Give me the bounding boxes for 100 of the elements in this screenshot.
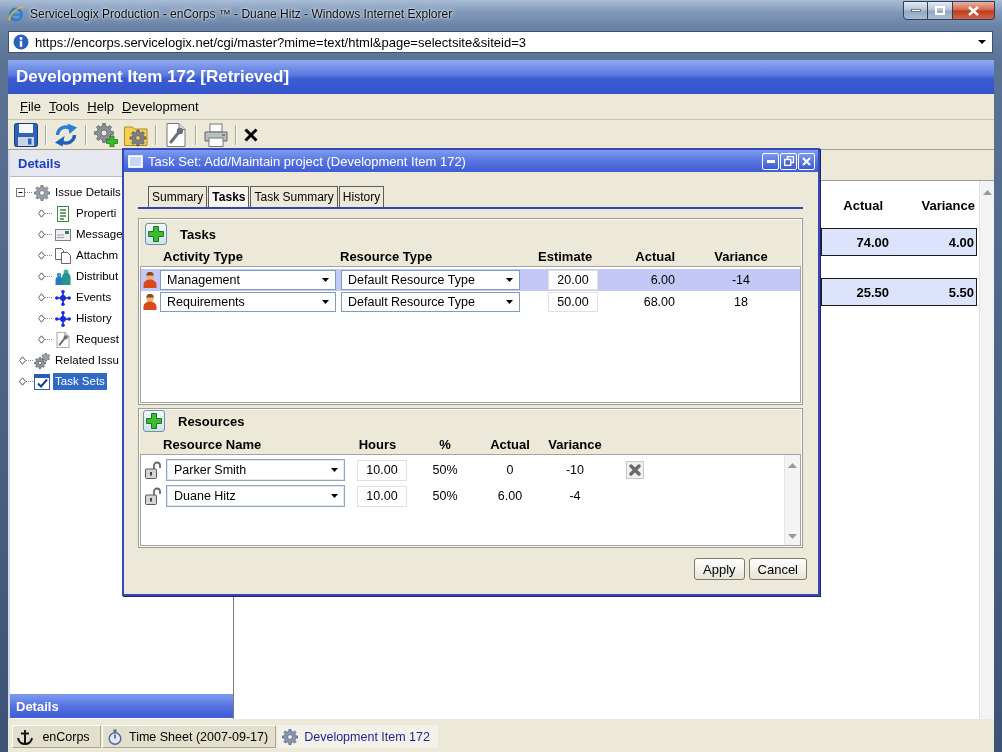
hours-field[interactable]: 10.00	[357, 459, 407, 481]
up-arrow-icon[interactable]	[788, 463, 797, 468]
tab[interactable]: History	[338, 186, 385, 207]
section-button[interactable]: Details	[10, 694, 233, 718]
activity-type-dropdown[interactable]: Management	[160, 270, 336, 290]
tree-item[interactable]: Message	[74, 226, 125, 243]
activity-type-dropdown[interactable]: Requirements	[160, 292, 336, 312]
vertical-scrollbar[interactable]	[979, 181, 994, 719]
tree-item[interactable]: Distribut	[74, 268, 121, 285]
remove-button[interactable]	[626, 461, 644, 479]
hours-field[interactable]: 10.00	[357, 485, 407, 507]
table-cell: -10	[565, 463, 585, 477]
taskbar-tab[interactable]: enCorps	[12, 725, 101, 748]
table-cell: 25.50	[856, 284, 889, 300]
gears-plus-icon[interactable]	[94, 122, 118, 147]
tree-item[interactable]: History	[74, 310, 114, 327]
up-arrow-icon[interactable]	[982, 190, 992, 195]
column-header: Variance	[714, 249, 768, 264]
resource-row[interactable]: Duane Hitz 10.00 50% 6.00 -4	[141, 483, 784, 509]
documents-icon	[55, 247, 71, 264]
person-icon	[143, 272, 157, 288]
table-cell: 74.00	[856, 234, 889, 250]
caret-icon[interactable]	[506, 300, 513, 304]
tree-item[interactable]: Request	[74, 331, 121, 348]
vertical-scrollbar[interactable]	[784, 455, 800, 545]
caret-icon[interactable]	[506, 278, 513, 282]
plus-icon	[146, 413, 162, 429]
caret-icon[interactable]	[322, 300, 329, 304]
tab[interactable]: Tasks	[208, 186, 250, 207]
resource-name-dropdown[interactable]: Duane Hitz	[166, 485, 345, 507]
gear-icon	[34, 184, 50, 201]
save-icon[interactable]	[14, 122, 38, 147]
apply-button[interactable]: Apply	[694, 558, 745, 580]
table-cell: 5.50	[948, 284, 974, 300]
table-cell: 0	[506, 463, 514, 477]
tree-connector-icon	[19, 356, 33, 365]
close-icon[interactable]	[244, 127, 258, 142]
tree-item[interactable]: Events	[74, 289, 114, 306]
add-button[interactable]	[145, 223, 167, 245]
tree-item[interactable]: Issue Details	[53, 184, 123, 201]
maximize-button[interactable]	[928, 1, 953, 20]
column-header: Resource Type	[340, 249, 433, 264]
column-header: %	[439, 437, 451, 452]
address-field[interactable]: https://encorps.servicelogix.net/cgi/master?mime=text/html&page=selectsite&siteid=3	[8, 31, 993, 53]
cancel-button[interactable]: Cancel	[748, 558, 807, 580]
minimize-button[interactable]	[903, 1, 928, 20]
menu-item[interactable]: File	[20, 99, 41, 114]
table-cell: 6.00	[497, 489, 523, 503]
column-header: Actual	[843, 197, 883, 213]
table-cell: 50%	[432, 489, 458, 503]
menu-item[interactable]: Tools	[48, 99, 80, 114]
tree-item[interactable]: Task Sets	[53, 373, 107, 390]
column-header: Actual	[635, 249, 675, 264]
estimate-field[interactable]: 20.00	[548, 270, 598, 290]
tree-item[interactable]: Attachm	[74, 247, 121, 264]
window-title: ServiceLogix Production - enCorps ™ - Duane Hitz - Windows Internet Explorer	[30, 6, 454, 21]
menu-item[interactable]: Development	[122, 99, 199, 114]
collapse-icon[interactable]	[16, 188, 33, 197]
browser-logo-icon	[8, 5, 24, 22]
tab[interactable]: Summary	[148, 186, 208, 207]
padlock-icon[interactable]	[145, 461, 161, 479]
gears-icon	[34, 352, 50, 369]
resource-type-dropdown[interactable]: Default Resource Type	[341, 270, 520, 290]
plus-icon	[148, 226, 164, 242]
document-wrench-icon[interactable]	[164, 122, 188, 147]
refresh-icon[interactable]	[54, 122, 78, 147]
taskbar-tab[interactable]: Time Sheet (2007-09-17)	[102, 725, 277, 748]
restore-button[interactable]	[780, 152, 797, 170]
tree-item[interactable]: Related Issu	[53, 352, 121, 369]
caret-icon[interactable]	[331, 494, 338, 498]
task-row[interactable]: Requirements Default Resource Type 50.00 68.00 18	[141, 291, 800, 313]
close-button[interactable]	[953, 1, 995, 20]
person-icon	[143, 294, 157, 310]
resource-type-dropdown[interactable]: Default Resource Type	[341, 292, 520, 312]
tree-item[interactable]: Properti	[74, 205, 119, 222]
padlock-icon[interactable]	[145, 487, 161, 505]
add-button[interactable]	[143, 410, 165, 432]
taskbar-tab[interactable]: Development Item 172	[277, 725, 438, 748]
tab[interactable]: Task Summary	[250, 186, 338, 207]
menu-item[interactable]: Help	[87, 99, 115, 114]
caret-icon[interactable]	[978, 40, 986, 44]
caret-icon[interactable]	[331, 468, 338, 472]
document-wrench-icon	[55, 331, 71, 348]
close-icon	[968, 5, 979, 16]
resource-name-dropdown[interactable]: Parker Smith	[166, 459, 345, 481]
printer-icon[interactable]	[204, 122, 228, 147]
column-header: Variance	[921, 197, 975, 213]
table-cell: -4	[569, 489, 581, 503]
down-arrow-icon[interactable]	[788, 534, 797, 539]
table-cell: 68.00	[643, 295, 675, 309]
nodes-icon	[55, 310, 71, 327]
task-row[interactable]: Management Default Resource Type 20.00 6.00 -14	[141, 269, 800, 291]
estimate-field[interactable]: 50.00	[548, 292, 598, 312]
close-icon	[802, 156, 811, 166]
tree-connector-icon	[38, 230, 52, 239]
envelope-icon	[55, 226, 71, 243]
caret-icon[interactable]	[322, 278, 329, 282]
resource-row[interactable]: Parker Smith 10.00 50% 0 -10	[141, 457, 784, 483]
column-header: Resource Name	[163, 437, 262, 452]
tree-connector-icon	[38, 293, 52, 302]
